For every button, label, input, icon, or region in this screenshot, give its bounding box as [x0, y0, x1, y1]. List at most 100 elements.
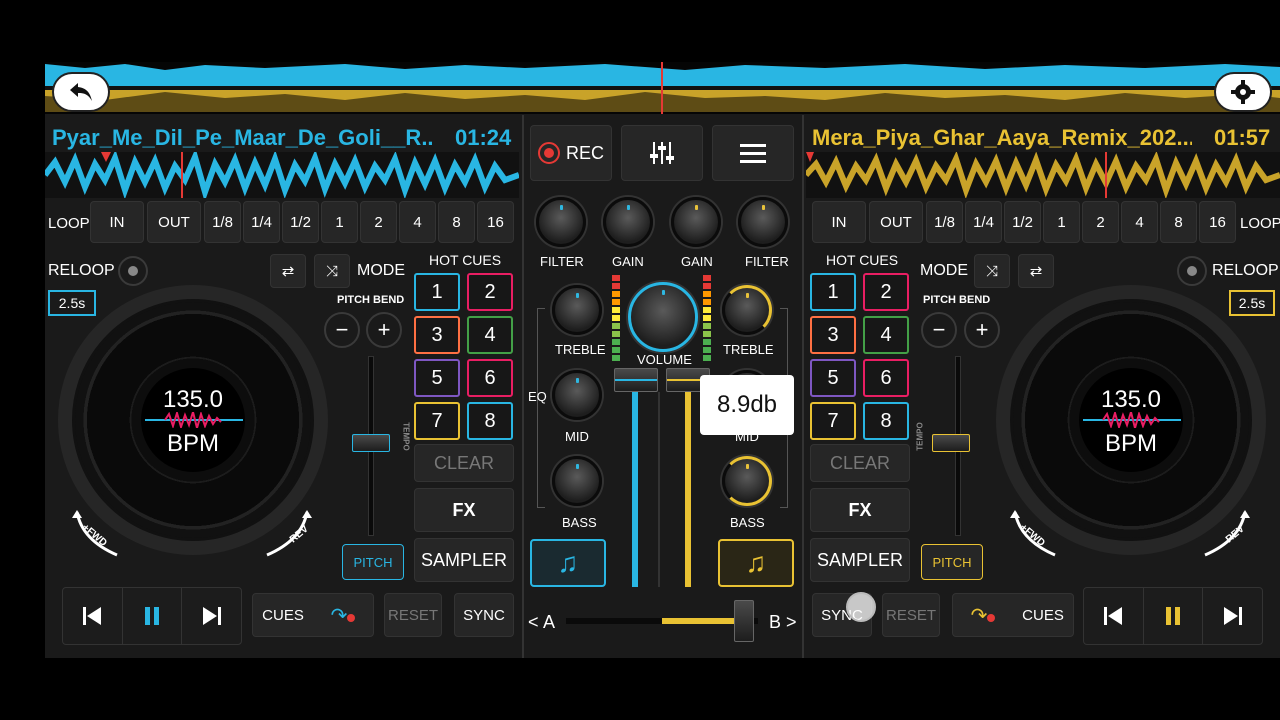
deck-b-cue-8[interactable]: 8 — [863, 402, 909, 440]
deck-a-cue-4[interactable]: 4 — [467, 316, 513, 354]
rec-button[interactable]: REC — [530, 125, 612, 181]
deck-b-loop-1-8[interactable]: 1/8 — [926, 201, 963, 243]
deck-b-pitch-plus[interactable]: + — [964, 312, 1000, 348]
deck-a-cue-5[interactable]: 5 — [414, 359, 460, 397]
deck-a-cue-8[interactable]: 8 — [467, 402, 513, 440]
deck-b-cue-1[interactable]: 1 — [810, 273, 856, 311]
deck-a-cue-jump-button[interactable]: ↷ — [313, 603, 373, 628]
deck-a-pause-button[interactable] — [123, 588, 183, 644]
deck-a-pitch-plus[interactable]: + — [366, 312, 402, 348]
gain-a-knob[interactable] — [603, 197, 653, 247]
deck-a-cues-button[interactable]: CUES — [253, 607, 313, 624]
deck-a-pitch-fader[interactable] — [352, 434, 390, 452]
deck-a-loop-1-8[interactable]: 1/8 — [204, 201, 241, 243]
deck-a-loop-2[interactable]: 2 — [360, 201, 397, 243]
deck-a-loop-length[interactable]: 2.5s — [48, 290, 96, 316]
deck-a-next-button[interactable] — [182, 588, 241, 644]
deck-b-loop-2[interactable]: 2 — [1082, 201, 1119, 243]
mid-a-knob[interactable] — [552, 370, 602, 420]
deck-b-pause-button[interactable] — [1144, 588, 1204, 644]
treble-b-knob[interactable] — [722, 285, 772, 335]
deck-b-clear-button[interactable]: CLEAR — [810, 444, 910, 482]
deck-b-loop-1-4[interactable]: 1/4 — [965, 201, 1002, 243]
deck-b-loop-16[interactable]: 16 — [1199, 201, 1236, 243]
settings-button[interactable] — [1214, 72, 1272, 112]
deck-b-repeat-button[interactable]: ⇄ — [1018, 254, 1054, 288]
deck-a-sync-button[interactable]: SYNC — [454, 593, 514, 637]
deck-a-loop-8[interactable]: 8 — [438, 201, 475, 243]
deck-b-loop-8[interactable]: 8 — [1160, 201, 1197, 243]
crossfader-track[interactable] — [566, 598, 758, 640]
deck-b-cue-3[interactable]: 3 — [810, 316, 856, 354]
crossfader-left-arrow[interactable]: < — [528, 612, 539, 633]
deck-b-cue-jump-button[interactable]: ↷ — [953, 603, 1013, 628]
deck-b-pitch-fader[interactable] — [932, 434, 970, 452]
filter-b-knob[interactable] — [738, 197, 788, 247]
back-button[interactable] — [52, 72, 110, 112]
deck-b-reset-button[interactable]: RESET — [882, 593, 940, 637]
deck-b-sample-button[interactable]: ♫ — [718, 539, 794, 587]
bass-b-knob[interactable] — [722, 456, 772, 506]
deck-a-repeat-button[interactable]: ⇄ — [270, 254, 306, 288]
deck-b-reloop-button[interactable] — [1177, 256, 1207, 286]
deck-b-waveform[interactable] — [806, 152, 1280, 198]
deck-a-cue-6[interactable]: 6 — [467, 359, 513, 397]
deck-a-loop-16[interactable]: 16 — [477, 201, 514, 243]
deck-b-bpm-unit: BPM — [1104, 430, 1157, 457]
deck-a-loop-1-2[interactable]: 1/2 — [282, 201, 319, 243]
deck-a-clear-button[interactable]: CLEAR — [414, 444, 514, 482]
deck-b-sampler-button[interactable]: SAMPLER — [810, 538, 910, 582]
channel-a-fader[interactable] — [614, 368, 658, 392]
deck-a-reloop-button[interactable] — [118, 256, 148, 286]
deck-a-fx-button[interactable]: FX — [414, 488, 514, 532]
mixer-settings-button[interactable] — [621, 125, 703, 181]
deck-b-shuffle-button[interactable]: ⤨ — [974, 254, 1010, 288]
deck-a-pitch-button[interactable]: PITCH — [342, 544, 404, 580]
deck-a-prev-button[interactable] — [63, 588, 123, 644]
deck-b-cue-7[interactable]: 7 — [810, 402, 856, 440]
deck-b-next-button[interactable] — [1203, 588, 1262, 644]
deck-b-cues-button[interactable]: CUES — [1013, 607, 1073, 624]
deck-b-pitch-button[interactable]: PITCH — [921, 544, 983, 580]
repeat-icon: ⇄ — [1029, 263, 1043, 280]
equalizer-sliders-icon — [650, 142, 674, 164]
deck-b-loop-length[interactable]: 2.5s — [1229, 290, 1275, 316]
deck-a-cue-1[interactable]: 1 — [414, 273, 460, 311]
deck-a-cue-2[interactable]: 2 — [467, 273, 513, 311]
deck-b-loop-in[interactable]: IN — [812, 201, 866, 243]
treble-a-knob[interactable] — [552, 285, 602, 335]
deck-a-reset-button[interactable]: RESET — [384, 593, 442, 637]
deck-b-loop-1[interactable]: 1 — [1043, 201, 1080, 243]
overview-waveform[interactable] — [45, 62, 1280, 114]
deck-b-loop-out[interactable]: OUT — [869, 201, 923, 243]
deck-b-cue-5[interactable]: 5 — [810, 359, 856, 397]
deck-b-fx-button[interactable]: FX — [810, 488, 910, 532]
crossfader-right-arrow[interactable]: > — [786, 612, 797, 633]
deck-b-loop-4[interactable]: 4 — [1121, 201, 1158, 243]
deck-a-cue-3[interactable]: 3 — [414, 316, 460, 354]
gain-b-knob[interactable] — [671, 197, 721, 247]
deck-b-cue-2[interactable]: 2 — [863, 273, 909, 311]
deck-a-loop-1[interactable]: 1 — [321, 201, 358, 243]
deck-b-cue-6[interactable]: 6 — [863, 359, 909, 397]
deck-a-sample-button[interactable]: ♫ — [530, 539, 606, 587]
deck-a-pitch-minus[interactable]: − — [324, 312, 360, 348]
deck-b-cue-4[interactable]: 4 — [863, 316, 909, 354]
deck-b-pitch-minus[interactable]: − — [921, 312, 957, 348]
deck-a-waveform[interactable] — [45, 152, 519, 198]
deck-a-sampler-button[interactable]: SAMPLER — [414, 538, 514, 582]
master-volume-knob[interactable] — [628, 282, 698, 352]
deck-a-loop-4[interactable]: 4 — [399, 201, 436, 243]
deck-a-cue-7[interactable]: 7 — [414, 402, 460, 440]
deck-a-loop-1-4[interactable]: 1/4 — [243, 201, 280, 243]
deck-a-shuffle-button[interactable]: ⤨ — [314, 254, 350, 288]
deck-a-loop-in[interactable]: IN — [90, 201, 144, 243]
crossfader-handle[interactable] — [734, 600, 754, 642]
cue-jump-icon: ↷ — [970, 604, 988, 627]
deck-a-loop-out[interactable]: OUT — [147, 201, 201, 243]
bass-a-knob[interactable] — [552, 456, 602, 506]
deck-b-prev-button[interactable] — [1084, 588, 1144, 644]
filter-a-knob[interactable] — [536, 197, 586, 247]
deck-b-loop-1-2[interactable]: 1/2 — [1004, 201, 1041, 243]
menu-button[interactable] — [712, 125, 794, 181]
